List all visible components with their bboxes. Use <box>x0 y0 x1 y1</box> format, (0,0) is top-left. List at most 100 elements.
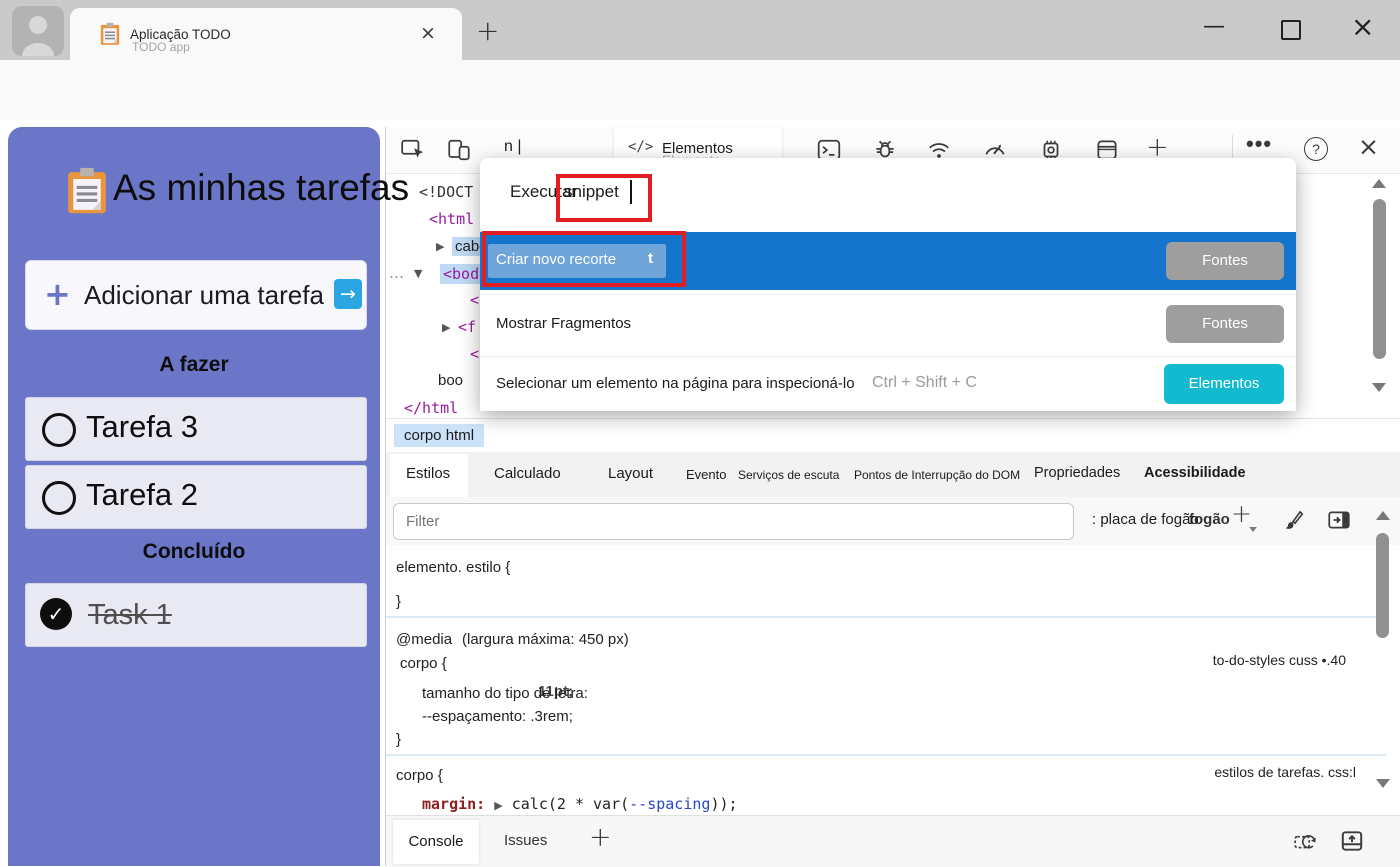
keyboard-shortcut: Ctrl + Shift + C <box>872 374 977 392</box>
value-expand-icon[interactable]: ▶ <box>494 799 502 812</box>
dom-html-tag[interactable]: <html <box>429 210 474 228</box>
tab-event-listeners[interactable]: Serviços de escuta <box>738 468 839 482</box>
person-icon <box>12 6 64 56</box>
window-maximize-icon[interactable] <box>1281 20 1301 40</box>
window-minimize-icon[interactable]: — <box>1203 14 1225 39</box>
tab-elements-label: Elementos <box>662 140 733 157</box>
palette-item-label: Selecionar um elemento na página para in… <box>496 375 855 392</box>
css-var-name: --spacing <box>629 795 710 813</box>
tab-computed[interactable]: Calculado <box>494 465 561 482</box>
task-checkbox[interactable] <box>42 413 76 447</box>
tab-event[interactable]: Evento <box>686 467 726 482</box>
todo-clipboard-icon <box>66 167 108 215</box>
add-task-submit-button[interactable]: → <box>334 279 362 309</box>
palette-item-inspect-element[interactable]: Selecionar um elemento na página para in… <box>480 356 1296 411</box>
task-done-label: Task 1 <box>88 599 172 632</box>
browser-tab[interactable]: Aplicação TODO TODO app × <box>70 8 462 60</box>
add-task-field[interactable]: + Adicionar uma tarefa → <box>25 260 367 330</box>
profile-avatar[interactable] <box>12 6 64 56</box>
scroll-down-arrow[interactable] <box>1376 779 1390 788</box>
app-title: As minhas tarefas <box>113 167 409 209</box>
code-brackets-icon: </> <box>628 139 653 155</box>
css-property[interactable]: --espaçamento: .3rem; <box>422 708 573 725</box>
css-declaration[interactable]: margin: ▶ calc(2 * var(--spacing)); <box>422 795 738 813</box>
window-close-icon[interactable]: × <box>1351 10 1374 43</box>
css-prop-name: margin: <box>422 795 485 813</box>
scrollbar-thumb[interactable] <box>1376 533 1389 638</box>
media-at-rule[interactable]: @media <box>396 631 452 648</box>
drawer-tab-console[interactable]: Console <box>393 820 479 864</box>
dom-body-tag-selected[interactable]: <bod <box>440 264 482 284</box>
new-style-rule-icon[interactable]: + <box>1231 499 1252 528</box>
css-property-overlay-text: 11pt; <box>538 683 573 700</box>
rule-selector[interactable]: elemento. estilo { <box>396 559 510 576</box>
task-label: Tarefa 3 <box>86 409 198 445</box>
rule-selector[interactable]: corpo { <box>400 655 447 672</box>
dom-doctype[interactable]: <!DOCT <box>419 183 473 201</box>
scroll-up-arrow[interactable] <box>1372 179 1386 188</box>
palette-item-show-snippets[interactable]: Mostrar Fragmentos Fontes <box>480 294 1296 353</box>
dom-form-tag[interactable]: <f <box>458 318 476 336</box>
tab-dom-breakpoints[interactable]: Pontos de Interrupção do DOM <box>854 468 1020 482</box>
task-item-done[interactable]: ✓ Task 1 <box>25 583 367 647</box>
rule-divider <box>386 616 1386 618</box>
styles-tab-bar: Estilos Calculado Layout Evento Serviços… <box>386 452 1400 498</box>
new-style-rule-caret-icon <box>1249 527 1257 532</box>
palette-item-label: Mostrar Fragmentos <box>496 315 631 332</box>
styles-filter-input[interactable] <box>393 503 1074 540</box>
new-tab-icon[interactable]: + <box>476 14 499 47</box>
drawer-add-tab-icon[interactable]: + <box>589 822 612 853</box>
tab-close-icon[interactable]: × <box>420 22 436 44</box>
drawer-restore-icon[interactable] <box>1291 828 1321 854</box>
tree-expand-icon[interactable]: ▶ <box>442 321 450 334</box>
add-plus-icon: + <box>44 275 71 313</box>
styles-rules-pane: elemento. estilo { } @media (largura máx… <box>386 545 1386 815</box>
help-icon[interactable]: ? <box>1304 137 1328 161</box>
task-checkbox[interactable] <box>42 481 76 515</box>
task-item[interactable]: Tarefa 3 <box>25 397 367 461</box>
scroll-up-arrow[interactable] <box>1376 511 1390 520</box>
todo-clipboard-favicon <box>100 22 120 46</box>
scrollbar-thumb[interactable] <box>1373 199 1386 359</box>
tab-accessibility[interactable]: Acessibilidade <box>1144 465 1246 481</box>
tree-collapse-icon[interactable]: ▼ <box>414 267 422 280</box>
todo-section-heading: A fazer <box>8 353 380 377</box>
dom-html-close-tag[interactable]: </html <box>404 399 458 417</box>
rule-divider <box>386 754 1386 756</box>
dom-breadcrumb-bar: corpo html <box>386 418 1400 453</box>
browser-title-bar: Aplicação TODO TODO app × + — × <box>0 0 1400 60</box>
breadcrumb[interactable]: corpo html <box>394 424 484 447</box>
device-emulation-icon[interactable] <box>446 137 472 163</box>
tab-styles[interactable]: Estilos <box>406 465 450 482</box>
done-section-heading: Concluído <box>8 540 380 564</box>
devtools-close-icon[interactable]: × <box>1358 132 1379 161</box>
task-done-check-icon[interactable]: ✓ <box>40 598 72 630</box>
rule-source-link[interactable]: to-do-styles cuss •.40 <box>1213 652 1346 668</box>
inspect-element-icon[interactable] <box>400 137 426 163</box>
css-prop-value-end: )); <box>710 795 737 813</box>
dom-overflow-icon[interactable]: … <box>389 264 404 282</box>
toggle-sidebar-icon[interactable] <box>1326 507 1352 533</box>
devtools-drawer: Console Issues + <box>386 815 1400 867</box>
browser-nav-bar: ← https://microsoftedge.github.io/Demos/… <box>0 60 1400 121</box>
media-query: (largura máxima: 450 px) <box>462 631 629 648</box>
dom-text-node[interactable]: boo <box>438 372 463 389</box>
task-label: Tarefa 2 <box>86 477 198 513</box>
screenshot-root: { "glyphs": { "plus": "+", "close": "×",… <box>0 0 1400 866</box>
styles-filter-row: : placa de fogão fogão + <box>386 497 1400 545</box>
tab-properties[interactable]: Propriedades <box>1034 465 1120 481</box>
tab-layout[interactable]: Layout <box>608 465 653 482</box>
scroll-down-arrow[interactable] <box>1372 383 1386 392</box>
drawer-expand-icon[interactable] <box>1338 828 1366 854</box>
drawer-tab-issues[interactable]: Issues <box>504 832 547 849</box>
devtools-menu-icon[interactable]: ••• <box>1246 131 1272 157</box>
tab-title-ghost: TODO app <box>132 40 190 54</box>
task-item[interactable]: Tarefa 2 <box>25 465 367 529</box>
annotation-box-create-snippet <box>482 231 686 287</box>
pseudo-class-toggle[interactable]: : placa de fogão <box>1092 511 1199 528</box>
rule-source-link[interactable]: estilos de tarefas. css:l <box>1214 764 1356 780</box>
paintbrush-icon[interactable] <box>1279 507 1305 533</box>
rule-selector[interactable]: corpo { <box>396 767 443 784</box>
panel-badge-elements: Elementos <box>1164 364 1284 404</box>
tree-expand-icon[interactable]: ▶ <box>436 240 444 253</box>
